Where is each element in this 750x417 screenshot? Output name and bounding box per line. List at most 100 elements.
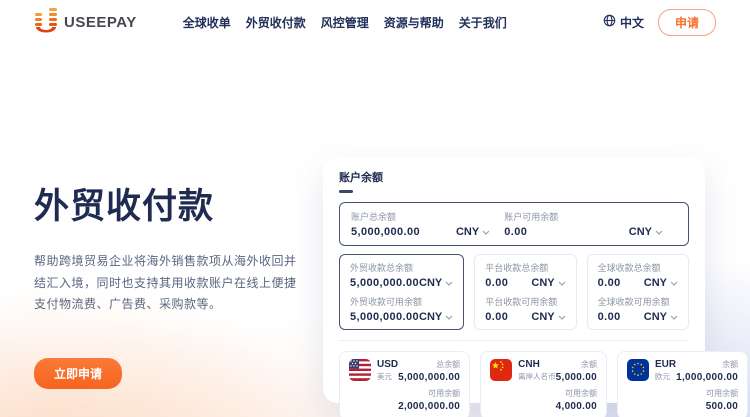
available-value: 2,000,000.00 [349,401,460,412]
currency-card-eur: EUR 欧元 余额 1,000,000.00 可用余额 500.00 [617,351,748,417]
apply-now-button[interactable]: 立即申请 [34,358,122,389]
available-label: 可用余额 [490,388,597,399]
field-value: 0.00 [598,311,621,323]
currency-code: CNY [419,311,442,323]
chevron-down-icon [558,315,566,320]
currency-select[interactable]: CNY [644,277,678,289]
top-navbar: USEEPAY 全球收单 外贸收付款 风控管理 资源与帮助 关于我们 中文 申请 [0,0,750,44]
balance-groups-row: 外贸收款总余额 5,000,000.00 CNY 外贸收款可用余额 5,000,… [339,254,689,330]
useepay-u-icon [34,7,58,38]
currency-select[interactable]: CNY [629,226,663,238]
chevron-down-icon [655,230,663,235]
chevron-down-icon [445,315,453,320]
hero-section: 外贸收付款 帮助跨境贸易企业将海外销售款项从海外收回并结汇入境，同时也支持其用收… [34,178,306,389]
group-field: 全球收款可用余额 0.00 CNY [598,295,678,323]
field-label: 外贸收款总余额 [350,261,453,274]
group-field: 外贸收款可用余额 5,000,000.00 CNY [350,295,453,323]
chevron-down-icon [670,315,678,320]
tab-indicator [339,190,353,193]
language-label: 中文 [620,14,644,31]
currency-select[interactable]: CNY [419,277,453,289]
currency-cards-row: USD 美元 总余额 5,000,000.00 可用余额 2,000,000.0… [339,351,689,417]
field-value: 5,000,000.00 [351,226,420,238]
hero-description: 帮助跨境贸易企业将海外销售款项从海外收回并结汇入境，同时也支持其用收款账户在线上… [34,251,306,316]
nav-item-risk-management[interactable]: 风控管理 [321,14,369,31]
available-value: 4,000.00 [490,401,597,412]
chevron-down-icon [670,281,678,286]
currency-code: CNY [629,226,652,238]
field-label: 全球收款可用余额 [598,295,678,308]
field-label: 平台收款可用余额 [485,295,565,308]
currency-code: CNY [644,277,667,289]
globe-icon [603,14,616,30]
chevron-down-icon [482,230,490,235]
group-box-global-collection[interactable]: 全球收款总余额 0.00 CNY 全球收款可用余额 0.00 CNY [587,254,689,330]
available-label: 可用余额 [349,388,460,399]
currency-code: CNY [531,277,554,289]
currency-code: CNY [531,311,554,323]
balance-label: 余额 [556,359,597,370]
balance-label: 余额 [676,359,738,370]
currency-code: CNY [456,226,479,238]
currency-code: EUR [655,359,676,370]
currency-select[interactable]: CNY [419,311,453,323]
group-field: 平台收款可用余额 0.00 CNY [485,295,565,323]
group-box-trade-collection[interactable]: 外贸收款总余额 5,000,000.00 CNY 外贸收款可用余额 5,000,… [339,254,464,330]
account-available-field: 账户可用余额 0.00 CNY [504,210,677,238]
brand-wordmark: USEEPAY [64,14,137,31]
nav-item-trade-payments[interactable]: 外贸收付款 [246,14,306,31]
account-summary-box[interactable]: 账户总余额 5,000,000.00 CNY 账户可用余额 0.00 CNY [339,202,689,246]
field-value: 0.00 [504,226,527,238]
currency-code: USD [377,359,398,370]
balance-value: 1,000,000.00 [676,372,738,383]
balance-value: 5,000.00 [556,372,597,383]
balance-card-title: 账户余额 [339,169,689,185]
field-label: 平台收款总余额 [485,261,565,274]
eu-flag-icon [627,359,649,381]
currency-select[interactable]: CNY [456,226,490,238]
currency-code: CNY [644,311,667,323]
us-flag-icon [349,359,371,381]
currency-select[interactable]: CNY [531,311,565,323]
group-field: 平台收款总余额 0.00 CNY [485,261,565,289]
currency-code: CNY [419,277,442,289]
field-value: 0.00 [485,277,508,289]
chevron-down-icon [445,281,453,286]
nav-item-about-us[interactable]: 关于我们 [459,14,507,31]
account-total-field: 账户总余额 5,000,000.00 CNY [351,210,504,238]
nav-item-global-acquiring[interactable]: 全球收单 [183,14,231,31]
currency-card-usd: USD 美元 总余额 5,000,000.00 可用余额 2,000,000.0… [339,351,470,417]
group-field: 外贸收款总余额 5,000,000.00 CNY [350,261,453,289]
brand-logo[interactable]: USEEPAY [34,7,137,38]
field-value: 5,000,000.00 [350,277,419,289]
apply-button[interactable]: 申请 [658,9,716,36]
field-value: 0.00 [485,311,508,323]
currency-name: 离岸人名币 [518,371,556,382]
field-label: 账户可用余额 [504,210,677,223]
currency-name: 欧元 [655,371,676,382]
language-switcher[interactable]: 中文 [603,14,644,31]
field-label: 外贸收款可用余额 [350,295,453,308]
balance-value: 5,000,000.00 [398,372,460,383]
field-value: 5,000,000.00 [350,311,419,323]
currency-card-cnh: CNH 离岸人名币 余额 5,000.00 可用余额 4,000.00 [480,351,607,417]
currency-name: 美元 [377,371,398,382]
main-nav: 全球收单 外贸收付款 风控管理 资源与帮助 关于我们 [183,14,507,31]
available-value: 500.00 [627,401,738,412]
currency-select[interactable]: CNY [644,311,678,323]
field-label: 账户总余额 [351,210,504,223]
page-title: 外贸收付款 [34,178,306,229]
currency-select[interactable]: CNY [531,277,565,289]
field-value: 0.00 [598,277,621,289]
header-right-cluster: 中文 申请 [603,9,716,36]
field-label: 全球收款总余额 [598,261,678,274]
currency-code: CNH [518,359,556,370]
cn-flag-icon [490,359,512,381]
nav-item-resources-help[interactable]: 资源与帮助 [384,14,444,31]
group-field: 全球收款总余额 0.00 CNY [598,261,678,289]
account-balance-card: 账户余额 账户总余额 5,000,000.00 CNY 账户可用余额 0.00 … [323,157,705,403]
balance-label: 总余额 [398,359,460,370]
chevron-down-icon [558,281,566,286]
group-box-platform-collection[interactable]: 平台收款总余额 0.00 CNY 平台收款可用余额 0.00 CNY [474,254,576,330]
available-label: 可用余额 [627,388,738,399]
